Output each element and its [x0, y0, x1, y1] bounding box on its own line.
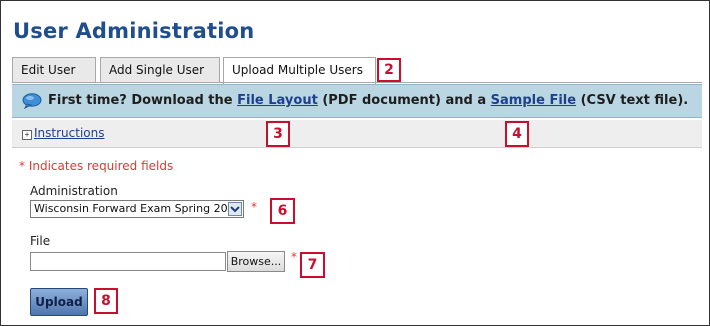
- required-fields-note: * Indicates required fields: [19, 159, 174, 173]
- info-banner-text: First time? Download the File Layout (PD…: [48, 93, 688, 108]
- tab-upload-multiple-users[interactable]: Upload Multiple Users: [223, 57, 376, 84]
- file-label: File: [30, 234, 51, 248]
- info-prefix: First time? Download the: [48, 93, 233, 108]
- file-layout-link[interactable]: File Layout: [237, 93, 318, 108]
- callout-2: 2: [377, 58, 401, 82]
- file-path-input[interactable]: [30, 252, 226, 271]
- instructions-bar: + Instructions: [12, 120, 702, 148]
- chevron-down-icon[interactable]: [228, 202, 242, 216]
- administration-required-marker: *: [251, 200, 257, 214]
- callout-4: 4: [505, 121, 529, 147]
- info-banner: First time? Download the File Layout (PD…: [12, 84, 702, 118]
- callout-7: 7: [300, 252, 325, 278]
- instructions-link[interactable]: Instructions: [34, 126, 104, 140]
- administration-select[interactable]: Wisconsin Forward Exam Spring 20: [30, 200, 244, 218]
- page-title: User Administration: [13, 19, 255, 43]
- callout-3: 3: [266, 121, 290, 147]
- callout-8: 8: [94, 288, 118, 314]
- administration-selected-value: Wisconsin Forward Exam Spring 20: [34, 202, 228, 215]
- administration-label: Administration: [30, 184, 118, 198]
- upload-button[interactable]: Upload: [30, 288, 88, 316]
- sample-file-link[interactable]: Sample File: [491, 93, 576, 108]
- callout-6: 6: [270, 198, 295, 224]
- file-required-marker: *: [291, 250, 297, 264]
- info-suffix: (CSV text file).: [580, 93, 689, 108]
- tab-divider: [12, 82, 702, 83]
- plus-expand-icon[interactable]: +: [22, 130, 32, 140]
- speech-bubble-icon: [22, 93, 42, 109]
- info-middle: (PDF document) and a: [322, 93, 487, 108]
- browse-button[interactable]: Browse...: [227, 251, 285, 272]
- tab-edit-user[interactable]: Edit User: [12, 57, 96, 82]
- tab-add-single-user[interactable]: Add Single User: [100, 57, 220, 82]
